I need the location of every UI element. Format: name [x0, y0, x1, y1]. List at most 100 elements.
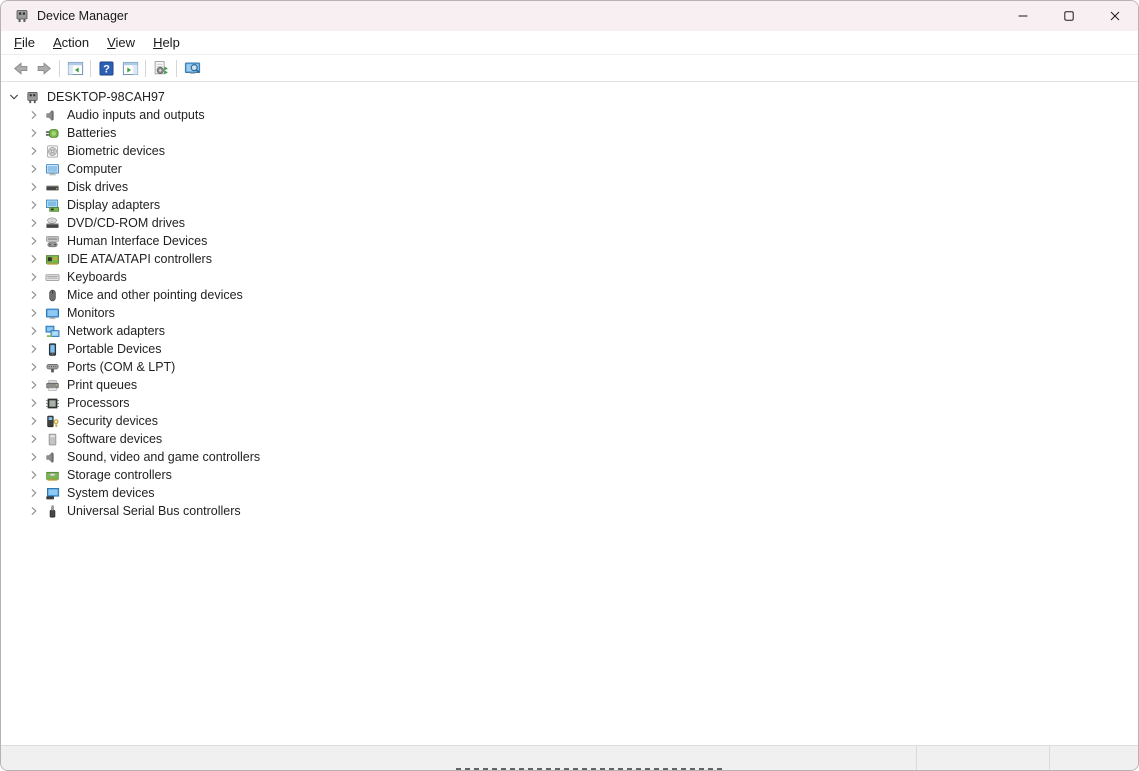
expand-chevron[interactable] [26, 125, 42, 141]
tree-item-row[interactable]: Security devices [1, 412, 1138, 430]
tree-item-label: Ports (COM & LPT) [67, 360, 175, 374]
expand-chevron[interactable] [26, 251, 42, 267]
chevron-right-icon [27, 288, 41, 302]
fingerprint-icon [45, 144, 60, 159]
tree-item-label: Batteries [67, 126, 116, 140]
tree-item-row[interactable]: IDE ATA/ATAPI controllers [1, 250, 1138, 268]
tree-item-label: Security devices [67, 414, 158, 428]
tree-item-label: Processors [67, 396, 130, 410]
tree-item-row[interactable]: Human Interface Devices [1, 232, 1138, 250]
expand-chevron[interactable] [26, 431, 42, 447]
chevron-right-icon [27, 504, 41, 518]
chevron-right-icon [27, 270, 41, 284]
toolbar-separator [59, 60, 60, 77]
tree-item-label: Display adapters [67, 198, 160, 212]
tree-root-row[interactable]: DESKTOP-98CAH97 [1, 88, 1138, 106]
expand-chevron[interactable] [26, 341, 42, 357]
expand-chevron[interactable] [26, 413, 42, 429]
forward-arrow-icon [36, 60, 53, 77]
close-button[interactable] [1092, 1, 1138, 31]
tree-item-row[interactable]: Universal Serial Bus controllers [1, 502, 1138, 520]
tree-item-label: Audio inputs and outputs [67, 108, 205, 122]
tree-item-row[interactable]: Software devices [1, 430, 1138, 448]
tree-item-row[interactable]: Ports (COM & LPT) [1, 358, 1138, 376]
tree-item-row[interactable]: Sound, video and game controllers [1, 448, 1138, 466]
expand-chevron[interactable] [26, 359, 42, 375]
status-segment-main [1, 746, 916, 770]
expand-chevron[interactable] [26, 395, 42, 411]
tree-item-row[interactable]: Keyboards [1, 268, 1138, 286]
back-button[interactable] [8, 57, 32, 79]
scan-hardware-changes-button[interactable] [149, 57, 173, 79]
expand-chevron[interactable] [26, 143, 42, 159]
expand-chevron[interactable] [26, 503, 42, 519]
expand-chevron[interactable] [26, 377, 42, 393]
chevron-right-icon [27, 180, 41, 194]
expand-chevron[interactable] [26, 323, 42, 339]
usb-icon [45, 504, 60, 519]
device-tree: DESKTOP-98CAH97 Audio inputs and outputs… [1, 82, 1138, 745]
expand-chevron[interactable] [26, 305, 42, 321]
network-adapter-icon [45, 324, 60, 339]
tree-item-row[interactable]: Processors [1, 394, 1138, 412]
toolbar [1, 55, 1138, 82]
minimize-button[interactable] [1000, 1, 1046, 31]
device-manager-window: Device Manager File Action View Help [0, 0, 1139, 771]
expand-chevron[interactable] [26, 467, 42, 483]
expand-chevron[interactable] [26, 107, 42, 123]
menu-action[interactable]: Action [44, 33, 98, 52]
status-segment-middle [916, 746, 1049, 770]
device-manager-icon [25, 90, 40, 105]
tree-item-row[interactable]: Storage controllers [1, 466, 1138, 484]
toolbar-separator [145, 60, 146, 77]
show-hide-action-pane-button[interactable] [118, 57, 142, 79]
expand-chevron[interactable] [26, 215, 42, 231]
chevron-right-icon [27, 432, 41, 446]
tree-item-row[interactable]: Print queues [1, 376, 1138, 394]
expand-chevron[interactable] [26, 485, 42, 501]
tree-item-row[interactable]: Computer [1, 160, 1138, 178]
menu-view[interactable]: View [98, 33, 144, 52]
expand-chevron[interactable] [26, 179, 42, 195]
menu-file[interactable]: File [5, 33, 44, 52]
expand-chevron[interactable] [26, 197, 42, 213]
tree-item-row[interactable]: DVD/CD-ROM drives [1, 214, 1138, 232]
serial-port-icon [45, 360, 60, 375]
tree-item-row[interactable]: Network adapters [1, 322, 1138, 340]
tree-item-label: Sound, video and game controllers [67, 450, 260, 464]
popup-window-button[interactable] [180, 57, 204, 79]
tree-item-row[interactable]: Audio inputs and outputs [1, 106, 1138, 124]
expand-chevron[interactable] [26, 449, 42, 465]
tree-item-row[interactable]: System devices [1, 484, 1138, 502]
maximize-button[interactable] [1046, 1, 1092, 31]
tree-root-label: DESKTOP-98CAH97 [47, 90, 165, 104]
chevron-right-icon [27, 396, 41, 410]
printer-icon [45, 378, 60, 393]
tree-item-label: Network adapters [67, 324, 165, 338]
expand-chevron[interactable] [26, 161, 42, 177]
chevron-right-icon [27, 468, 41, 482]
tree-item-row[interactable]: Monitors [1, 304, 1138, 322]
tree-item-row[interactable]: Display adapters [1, 196, 1138, 214]
tree-item-row[interactable]: Portable Devices [1, 340, 1138, 358]
tree-item-row[interactable]: Batteries [1, 124, 1138, 142]
chevron-right-icon [27, 414, 41, 428]
tree-item-row[interactable]: Disk drives [1, 178, 1138, 196]
chevron-down-icon [7, 90, 21, 104]
chevron-right-icon [27, 252, 41, 266]
back-arrow-icon [12, 60, 29, 77]
tree-item-label: Software devices [67, 432, 162, 446]
tree-item-row[interactable]: Biometric devices [1, 142, 1138, 160]
collapse-chevron[interactable] [6, 89, 22, 105]
menu-help[interactable]: Help [144, 33, 189, 52]
forward-button[interactable] [32, 57, 56, 79]
show-hide-console-tree-button[interactable] [63, 57, 87, 79]
tree-item-row[interactable]: Mice and other pointing devices [1, 286, 1138, 304]
help-button[interactable] [94, 57, 118, 79]
expand-chevron[interactable] [26, 233, 42, 249]
dvd-drive-icon [45, 216, 60, 231]
expand-chevron[interactable] [26, 287, 42, 303]
expand-chevron[interactable] [26, 269, 42, 285]
chevron-right-icon [27, 342, 41, 356]
keyboard-icon [45, 270, 60, 285]
